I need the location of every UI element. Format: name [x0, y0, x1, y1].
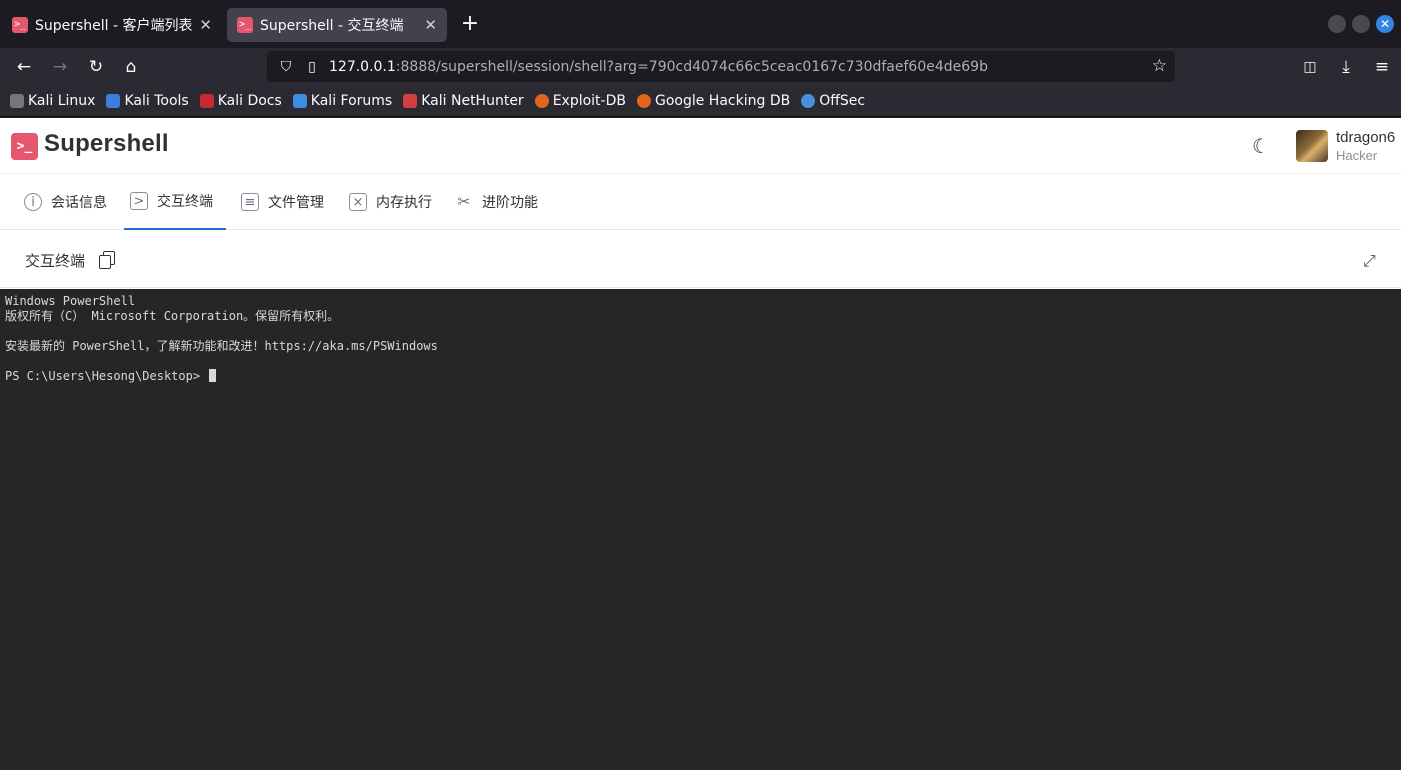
browser-tab-title: Supershell - 客户端列表 [35, 18, 193, 34]
url-path: :8888/supershell/session/shell?arg=790cd… [395, 58, 988, 75]
kali-dragon-icon [10, 94, 24, 108]
tab-label: 会话信息 [51, 195, 107, 211]
kali-nethunter-icon [403, 94, 418, 108]
forward-button[interactable]: → [48, 55, 72, 79]
tools-icon: ✂ [457, 192, 471, 211]
reload-button[interactable]: ↻ [84, 55, 108, 79]
url-host: 127.0.0.1 [329, 58, 396, 75]
app-header: >_ Supershell ☾ tdragon6 Hacker [0, 118, 1401, 174]
bookmarks-bar: Kali Linux Kali Tools Kali Docs Kali For… [0, 86, 1401, 117]
terminal-output[interactable]: Windows PowerShell 版权所有（C） Microsoft Cor… [0, 289, 1401, 770]
terminal-cursor [209, 369, 217, 382]
back-button[interactable]: ← [12, 55, 36, 79]
browser-tab-client-list[interactable]: >_ Supershell - 客户端列表 ✕ [2, 8, 222, 42]
terminal-prompt: PS C:\Users\Hesong\Desktop> [5, 369, 208, 383]
dark-mode-toggle-icon[interactable]: ☾ [1252, 134, 1270, 158]
terminal-line: Windows PowerShell [5, 294, 136, 308]
menu-icon[interactable]: ≡ [1370, 55, 1394, 79]
bookmark-exploit-db[interactable]: Exploit-DB [534, 93, 626, 109]
bookmark-kali-nethunter[interactable]: Kali NetHunter [403, 93, 524, 109]
terminal-line: 安装最新的 PowerShell，了解新功能和改进！https://aka.ms… [5, 339, 438, 353]
session-tabs: i 会话信息 > 交互终端 ≡ 文件管理 × 内存执行 ✂ 进阶功能 [0, 174, 1401, 230]
tab-session-info[interactable]: i 会话信息 [18, 174, 113, 230]
tab-label: 内存执行 [376, 195, 432, 211]
tab-close-icon[interactable]: ✕ [199, 16, 212, 34]
bookmark-kali-forums[interactable]: Kali Forums [292, 93, 392, 109]
brand-name[interactable]: Supershell [44, 130, 169, 158]
kali-tools-icon [106, 94, 121, 108]
file-icon: ≡ [241, 193, 259, 211]
tab-close-icon[interactable]: ✕ [424, 16, 437, 34]
panel-title: 交互终端 [25, 252, 86, 270]
terminal-prompt-line[interactable]: PS C:\Users\Hesong\Desktop> [5, 369, 1396, 384]
bookmark-star-icon[interactable]: ☆ [1152, 56, 1167, 76]
browser-tab-bar: >_ Supershell - 客户端列表 ✕ >_ Supershell - … [0, 0, 1401, 48]
browser-tab-terminal[interactable]: >_ Supershell - 交互终端 ✕ [227, 8, 447, 42]
tab-advanced-functions[interactable]: ✂ 进阶功能 [449, 174, 544, 230]
supershell-favicon-icon: >_ [12, 17, 28, 33]
supershell-favicon-icon: >_ [237, 17, 253, 33]
kali-docs-icon [199, 94, 214, 108]
bookmark-offsec[interactable]: OffSec [801, 93, 865, 109]
window-minimize-button[interactable] [1328, 15, 1346, 33]
tab-label: 文件管理 [268, 195, 324, 211]
tab-memory-execution[interactable]: × 内存执行 [343, 174, 438, 230]
terminal-icon: > [130, 192, 148, 210]
window-close-button[interactable]: ✕ [1376, 15, 1394, 33]
tab-file-management[interactable]: ≡ 文件管理 [235, 174, 330, 230]
exploit-db-icon [534, 94, 549, 108]
info-icon: i [24, 193, 42, 211]
copy-icon[interactable] [99, 251, 115, 269]
browser-nav-bar: ← → ↻ ⌂ ⛉ ▯ 127.0.0.1:8888/supershell/se… [0, 48, 1401, 86]
browser-tab-title: Supershell - 交互终端 [260, 18, 404, 34]
bookmark-google-hacking-db[interactable]: Google Hacking DB [636, 93, 790, 109]
bookmark-kali-docs[interactable]: Kali Docs [199, 93, 282, 109]
url-bar[interactable]: ⛉ ▯ 127.0.0.1:8888/supershell/session/sh… [267, 51, 1175, 82]
tab-label: 进阶功能 [482, 195, 538, 211]
bookmark-kali-linux[interactable]: Kali Linux [10, 93, 95, 109]
new-tab-button[interactable]: + [458, 12, 482, 36]
supershell-logo-icon[interactable]: >_ [11, 133, 38, 160]
tab-interactive-terminal[interactable]: > 交互终端 [124, 174, 226, 230]
file-x-icon: × [349, 193, 367, 211]
pocket-icon[interactable]: ◫ [1298, 55, 1322, 79]
user-role: Hacker [1336, 148, 1378, 163]
home-button[interactable]: ⌂ [119, 55, 143, 79]
terminal-line: 版权所有（C） Microsoft Corporation。保留所有权利。 [5, 309, 340, 323]
tab-label: 交互终端 [157, 194, 213, 210]
offsec-icon [801, 94, 816, 108]
terminal-panel-header: 交互终端 ⤢ [0, 231, 1401, 288]
user-name[interactable]: tdragon6 [1336, 129, 1395, 146]
shield-icon[interactable]: ⛉ [277, 59, 295, 75]
page-icon[interactable]: ▯ [303, 59, 321, 75]
kali-forums-icon [292, 94, 307, 108]
ghdb-icon [636, 94, 651, 108]
avatar[interactable] [1296, 130, 1328, 162]
window-maximize-button[interactable] [1352, 15, 1370, 33]
fullscreen-icon[interactable]: ⤢ [1363, 251, 1376, 271]
supershell-app: >_ Supershell ☾ tdragon6 Hacker i 会话信息 >… [0, 118, 1401, 770]
downloads-icon[interactable]: ⤓ [1334, 55, 1358, 79]
bookmark-kali-tools[interactable]: Kali Tools [106, 93, 189, 109]
